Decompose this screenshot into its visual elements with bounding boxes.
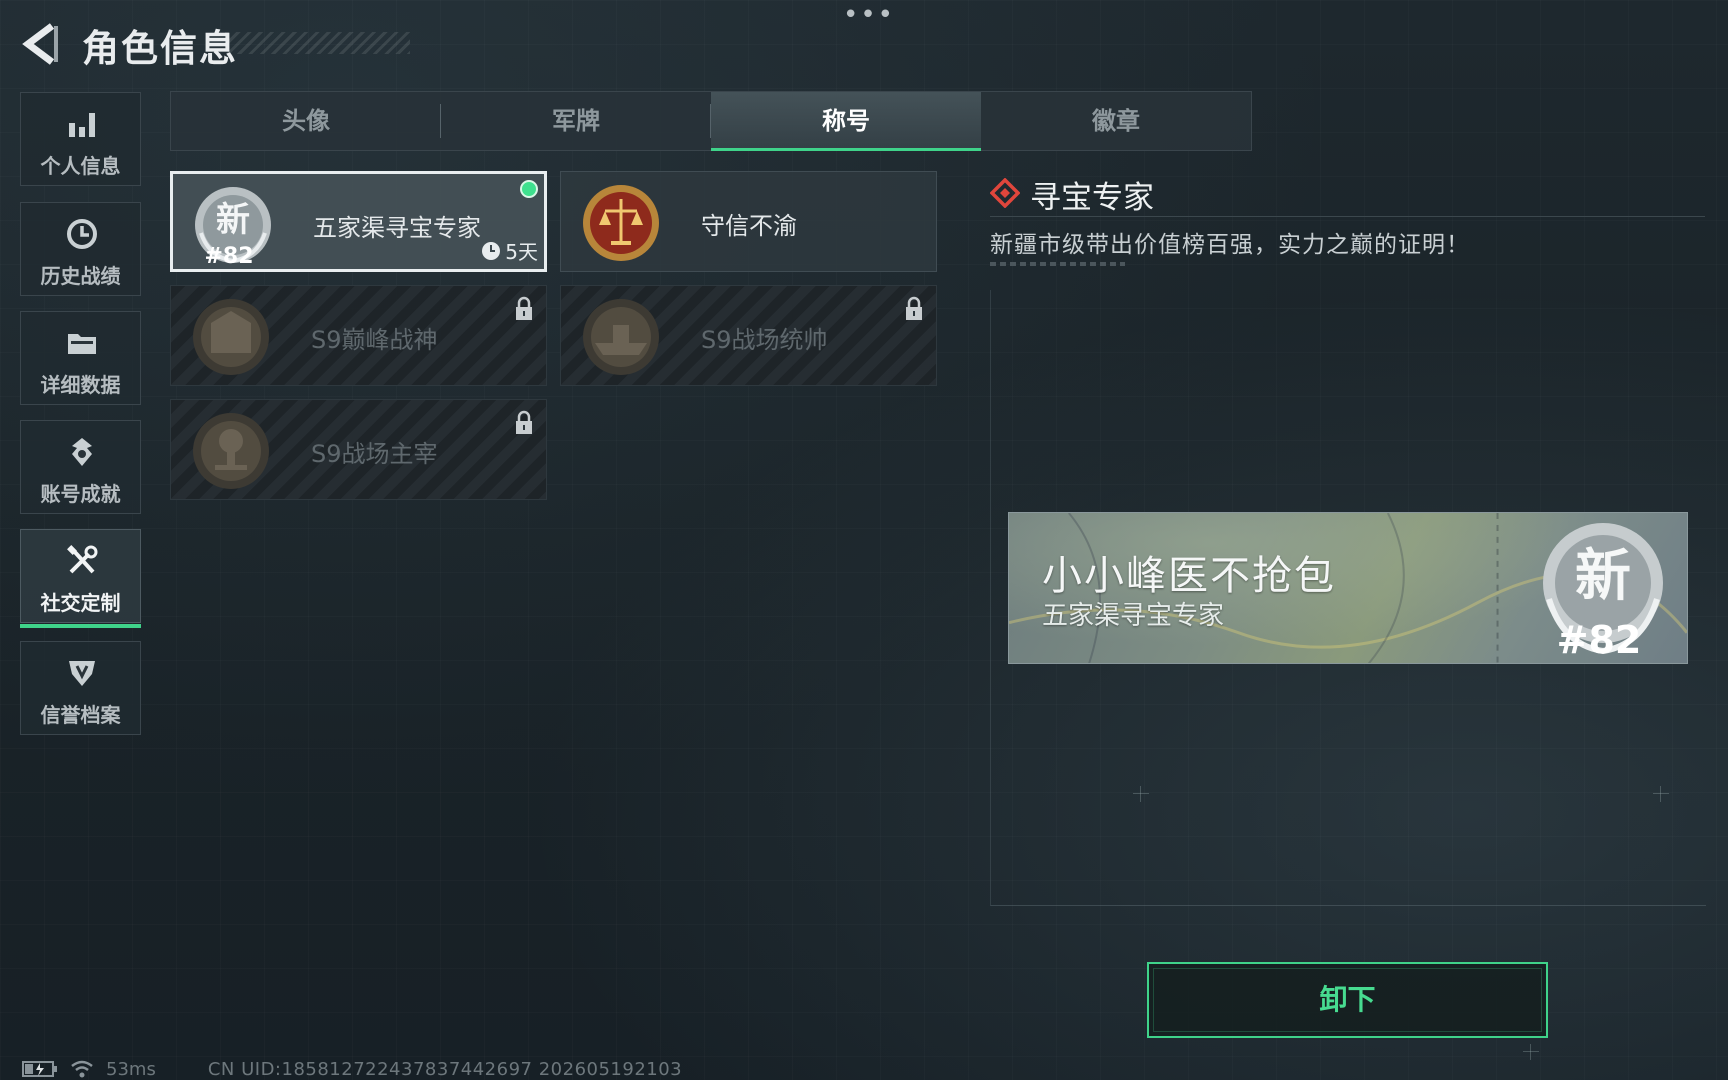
tab-dog-tag[interactable]: 军牌 <box>441 92 711 150</box>
sidebar-item-label: 信誉档案 <box>40 703 121 727</box>
title-name: S9战场统帅 <box>701 326 828 354</box>
emblem-number: #82 <box>204 244 253 267</box>
equipped-indicator <box>520 180 538 198</box>
tab-bar: 头像 军牌 称号 徽章 <box>170 91 1252 151</box>
crosshair-decoration <box>1523 1044 1539 1060</box>
locked-emblem-icon <box>189 295 273 379</box>
diamond-icon <box>990 178 1020 208</box>
tab-badge[interactable]: 徽章 <box>981 92 1251 150</box>
tab-title[interactable]: 称号 <box>711 92 981 151</box>
nameplate-preview: 小小峰医不抢包 五家渠寻宝专家 新 #82 <box>1008 512 1688 664</box>
justice-scales-emblem-icon <box>579 181 663 265</box>
unequip-button[interactable]: 卸下 <box>1147 962 1548 1038</box>
sidebar-item-label: 个人信息 <box>40 154 121 178</box>
title-card[interactable]: 守信不渝 <box>560 171 937 272</box>
crosshair-decoration <box>1653 786 1669 802</box>
achievement-icon <box>72 438 92 466</box>
lock-icon <box>516 410 532 434</box>
expiry-timer: 5天 <box>481 236 538 265</box>
emblem-number: #82 <box>1557 618 1642 659</box>
title-card-selected[interactable]: 新 #82 五家渠寻宝专家 5天 <box>170 171 547 272</box>
sidebar-item-history[interactable]: 历史战绩 <box>20 202 141 296</box>
folder-icon <box>68 334 96 354</box>
sidebar-item-profile[interactable]: 个人信息 <box>20 92 141 186</box>
sidebar-item-achievements[interactable]: 账号成就 <box>20 420 141 514</box>
new-badge-emblem-icon: 新 #82 <box>191 183 275 269</box>
clock-icon <box>482 241 501 260</box>
title-name: S9战场主宰 <box>311 440 438 468</box>
sidebar-item-detailed-data[interactable]: 详细数据 <box>20 311 141 405</box>
sidebar-item-label: 账号成就 <box>40 482 121 506</box>
player-name: 小小峰医不抢包 <box>1042 553 1336 599</box>
timer-text: 5天 <box>505 240 538 264</box>
preview-title: 五家渠寻宝专家 <box>1042 601 1225 631</box>
wifi-icon <box>71 1060 93 1078</box>
more-options-button[interactable]: ••• <box>843 2 895 28</box>
back-button[interactable] <box>18 20 62 68</box>
sidebar-item-label: 历史战绩 <box>40 264 121 288</box>
bar-chart-icon <box>69 113 95 137</box>
title-name: 守信不渝 <box>701 212 797 240</box>
divider <box>990 216 1705 217</box>
credit-shield-icon <box>69 661 95 686</box>
new-badge-emblem-icon: 新 #82 <box>1543 523 1663 659</box>
user-uid: CN UID:18581272243783744269​7 2026051921… <box>207 1058 683 1080</box>
title-name: S9巅峰战神 <box>311 326 438 354</box>
title-card-locked[interactable]: S9战场统帅 <box>560 285 937 386</box>
page-title: 角色信息 <box>82 27 238 70</box>
detail-title: 寻宝专家 <box>1030 180 1154 216</box>
sidebar-item-credit-record[interactable]: 信誉档案 <box>20 641 141 735</box>
emblem-char: 新 <box>1575 543 1631 609</box>
status-bar: 53ms CN UID:18581272243783744269​7 20260… <box>22 1058 682 1080</box>
sidebar-item-label: 详细数据 <box>40 373 121 397</box>
sidebar-item-social-custom[interactable]: 社交定制 <box>20 529 141 628</box>
title-card-locked[interactable]: S9巅峰战神 <box>170 285 547 386</box>
lock-icon <box>516 296 532 320</box>
title-decoration <box>225 32 410 54</box>
crosshair-decoration <box>1133 786 1149 802</box>
locked-emblem-icon <box>189 409 273 493</box>
sidebar-item-label: 社交定制 <box>40 591 121 615</box>
divider <box>990 262 1125 266</box>
title-card-locked[interactable]: S9战场主宰 <box>170 399 547 500</box>
tools-icon <box>67 545 98 574</box>
detail-description: 新疆市级带出价值榜百强，实力之巅的证明！ <box>990 232 1470 258</box>
ping-value: 53ms <box>106 1058 156 1080</box>
emblem-char: 新 <box>216 200 250 240</box>
locked-emblem-icon <box>579 295 663 379</box>
title-name: 五家渠寻宝专家 <box>313 214 481 242</box>
battery-charging-icon <box>22 1061 57 1077</box>
lock-icon <box>906 296 922 320</box>
tab-avatar[interactable]: 头像 <box>171 92 441 150</box>
back-arrow-icon <box>22 23 58 65</box>
character-info-screen: ••• 角色信息 个人信息 历史战绩 详细数据 账号成就 社交定制 信誉档案 头… <box>0 0 1728 1080</box>
history-clock-icon <box>67 219 97 249</box>
